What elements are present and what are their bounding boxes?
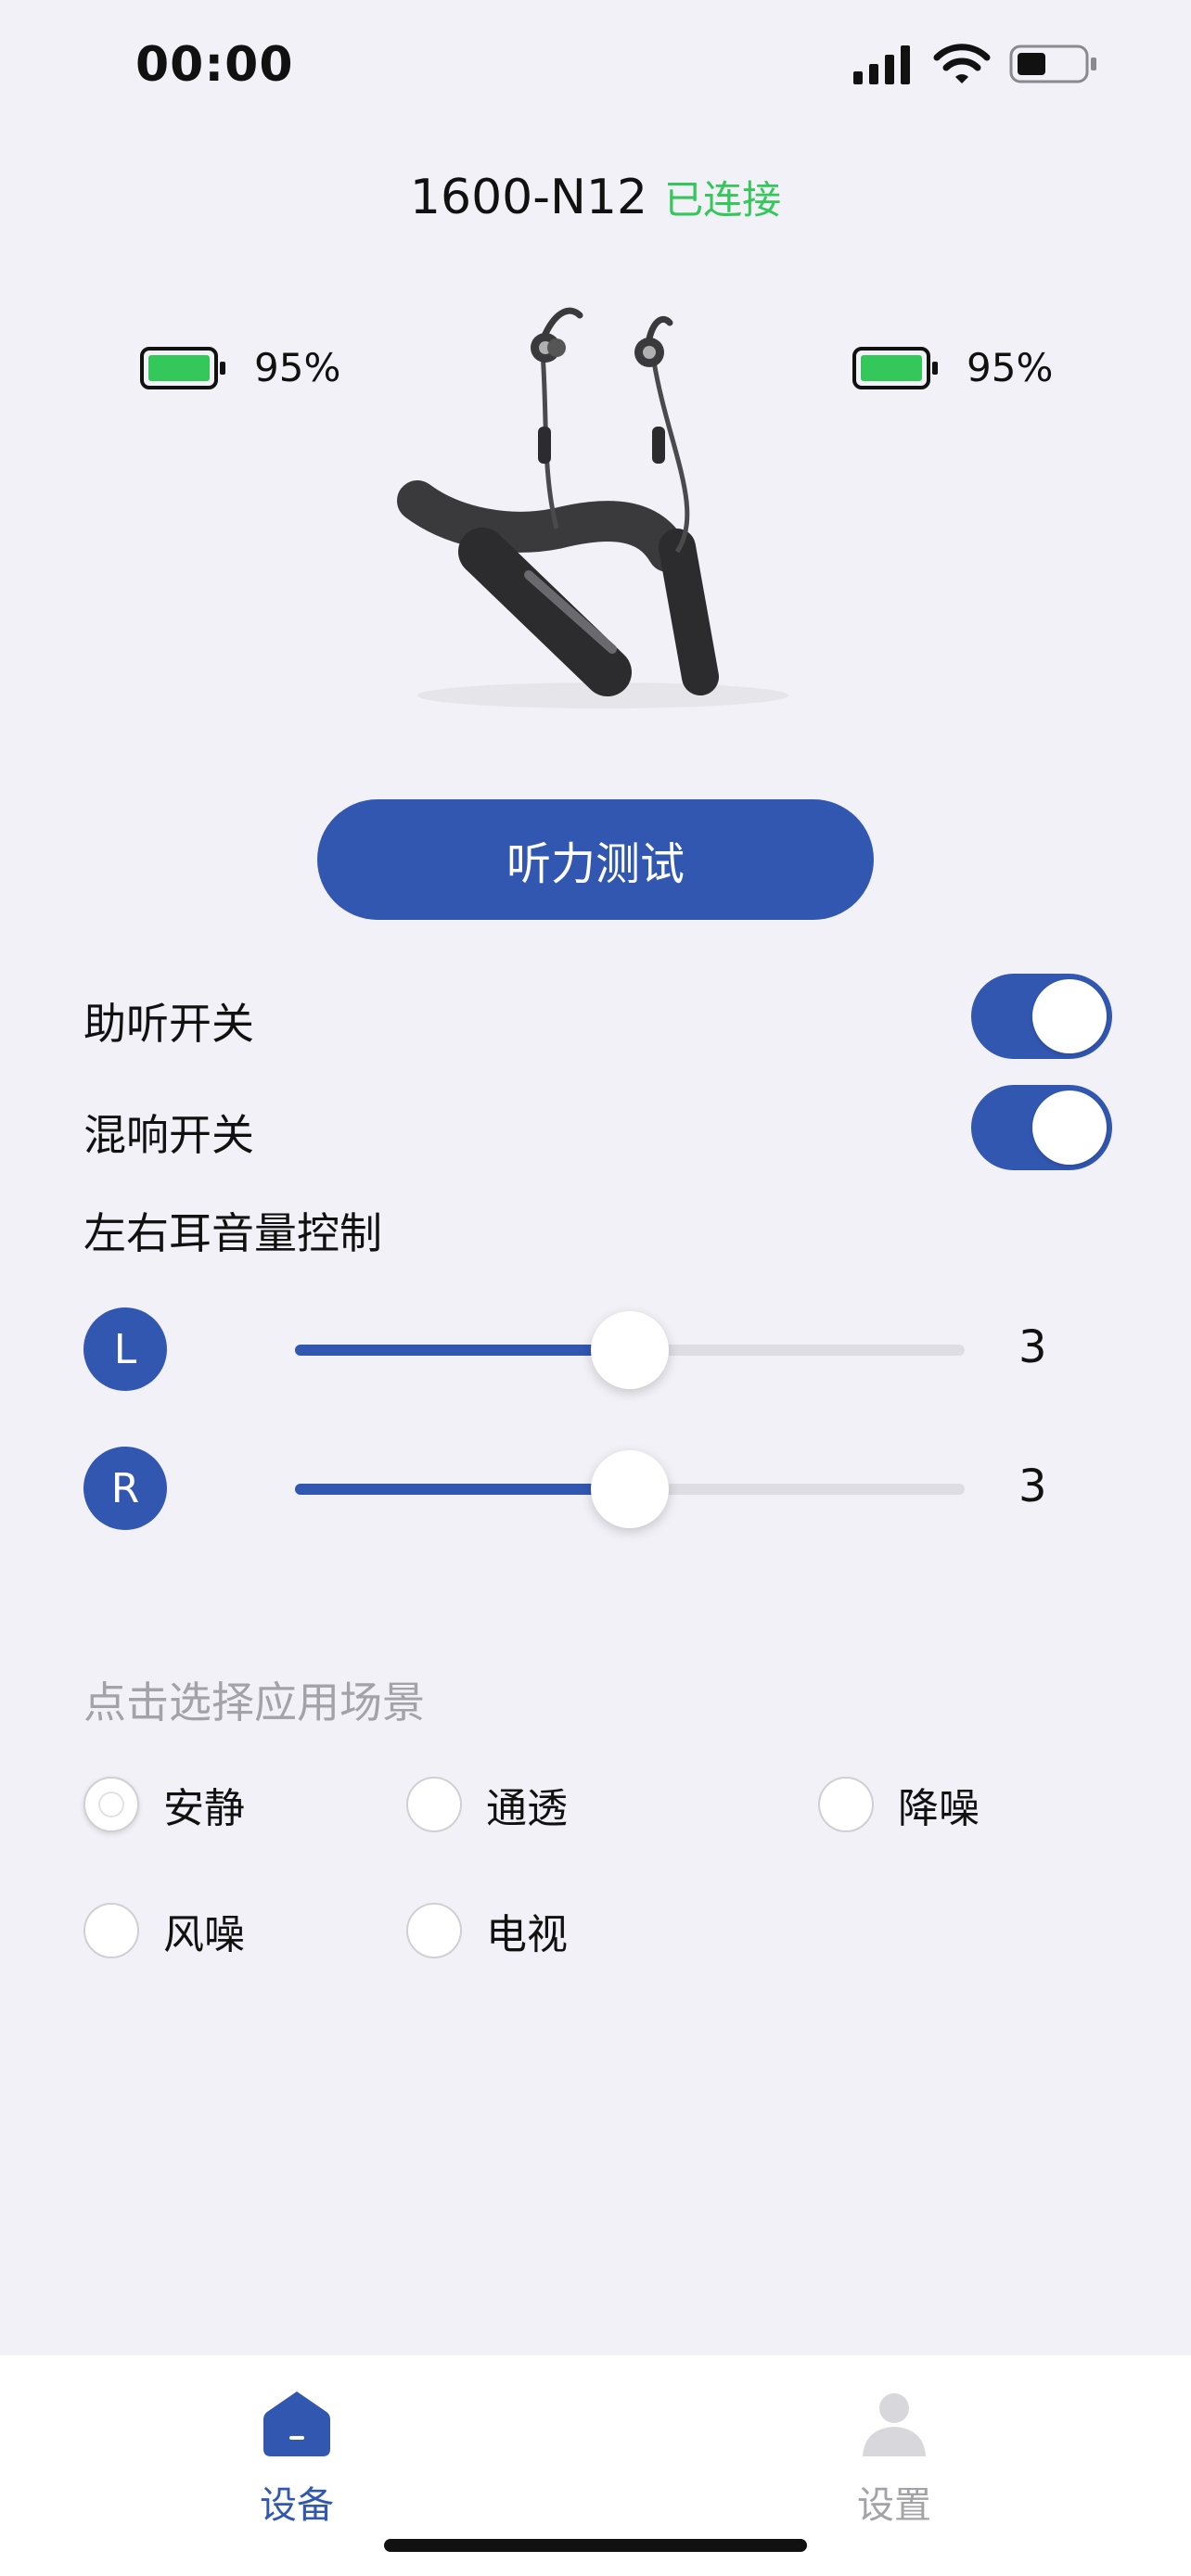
scene-label: 降噪	[898, 1785, 980, 1832]
volume-control-title: 左右耳音量控制	[83, 1208, 382, 1258]
status-icons	[852, 43, 1098, 85]
right-battery-percent: 95%	[967, 345, 1054, 390]
scene-label: 安静	[163, 1785, 245, 1832]
slider-fill	[295, 1345, 630, 1356]
right-volume-slider[interactable]	[295, 1450, 965, 1528]
reverb-label: 混响开关	[83, 1110, 254, 1160]
reverb-toggle[interactable]	[971, 1085, 1112, 1170]
left-volume-slider[interactable]	[295, 1311, 965, 1389]
radio-dot	[100, 1793, 122, 1816]
radio-button[interactable]	[406, 1903, 462, 1958]
slider-thumb[interactable]	[591, 1450, 669, 1528]
right-battery: 95%	[852, 345, 1053, 390]
left-ear-badge: L	[83, 1307, 167, 1391]
hearing-aid-toggle[interactable]	[971, 974, 1112, 1059]
scene-title: 点击选择应用场景	[83, 1677, 425, 1728]
left-battery-percent: 95%	[254, 345, 341, 390]
device-header: 1600-N12 已连接	[0, 169, 1191, 225]
scene-option-tv[interactable]: 电视	[406, 1901, 568, 1960]
left-volume-value: 3	[1018, 1321, 1047, 1373]
battery-status-icon	[1009, 45, 1096, 83]
radio-button[interactable]	[406, 1777, 462, 1832]
toggle-knob	[1032, 1090, 1107, 1165]
status-time: 00:00	[135, 37, 294, 93]
device-name: 1600-N12	[409, 170, 648, 225]
right-volume-value: 3	[1018, 1460, 1047, 1512]
battery-icon	[852, 346, 938, 389]
scene-label: 风噪	[163, 1911, 245, 1958]
tab-label: 设置	[857, 2484, 931, 2527]
wifi-icon	[933, 44, 991, 83]
scene-label: 电视	[486, 1911, 568, 1958]
scene-option-quiet[interactable]: 安静	[83, 1775, 245, 1834]
scene-label: 通透	[486, 1785, 568, 1832]
left-battery: 95%	[139, 345, 340, 390]
scene-option-transparent[interactable]: 通透	[406, 1775, 568, 1834]
headphone-image	[397, 307, 788, 708]
home-indicator	[384, 2539, 807, 2552]
tab-settings[interactable]: 设置	[801, 2388, 987, 2529]
scene-option-wind-noise[interactable]: 风噪	[83, 1901, 245, 1960]
radio-button[interactable]	[83, 1777, 139, 1832]
scene-option-noise-reduction[interactable]: 降噪	[818, 1775, 980, 1834]
slider-thumb[interactable]	[591, 1311, 669, 1389]
toggle-knob	[1032, 979, 1107, 1053]
radio-button[interactable]	[83, 1903, 139, 1958]
slider-fill	[295, 1484, 630, 1495]
person-icon	[863, 2393, 926, 2456]
battery-icon	[140, 346, 225, 389]
tab-device[interactable]: 设备	[204, 2388, 390, 2529]
right-ear-badge: R	[83, 1447, 167, 1530]
hearing-aid-label: 助听开关	[83, 999, 254, 1049]
tab-label: 设备	[260, 2484, 334, 2527]
home-icon	[263, 2391, 330, 2456]
signal-icon	[853, 45, 910, 84]
connection-status: 已连接	[664, 177, 782, 223]
hearing-test-button[interactable]: 听力测试	[317, 799, 874, 920]
radio-button[interactable]	[818, 1777, 874, 1832]
